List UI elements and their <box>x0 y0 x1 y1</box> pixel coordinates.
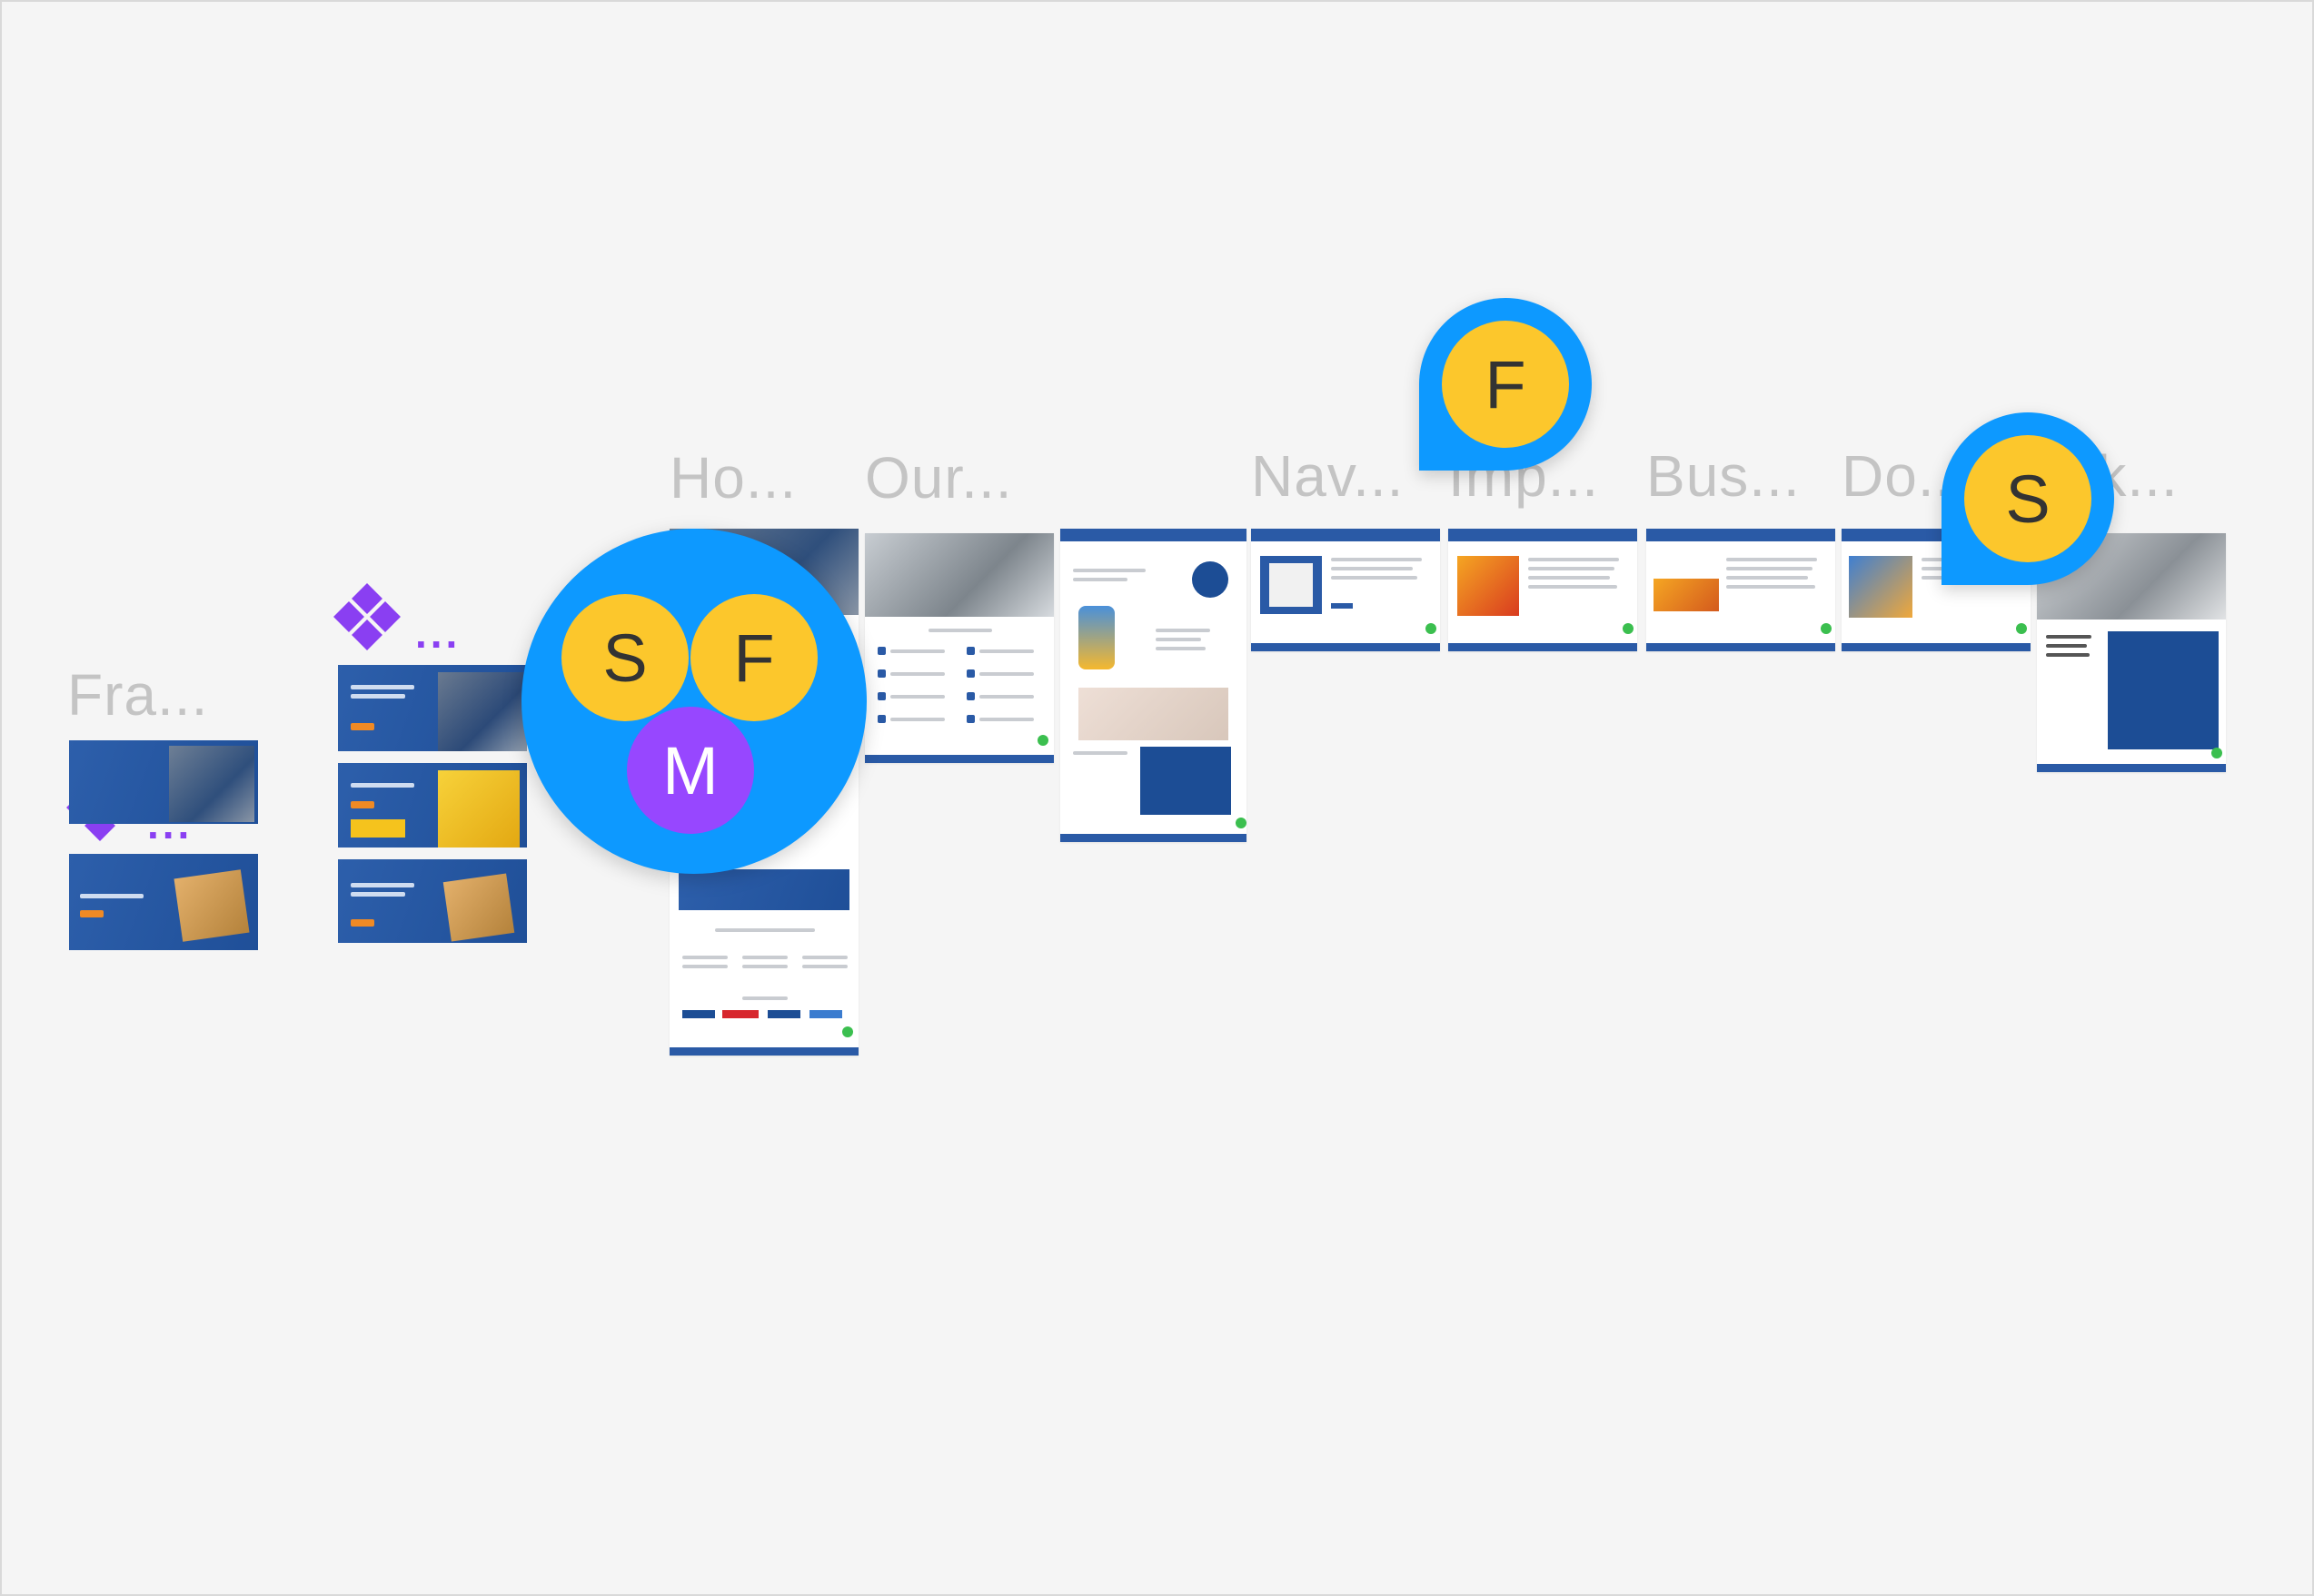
frame-thumbnail-banner[interactable] <box>338 859 527 943</box>
frame-label-bus[interactable]: Bus... <box>1646 442 1801 510</box>
avatar[interactable]: S <box>561 594 689 721</box>
design-canvas[interactable]: Fra... Ho... Our... Nav... Imp... Bus...… <box>0 0 2314 1596</box>
component-icon <box>333 583 401 650</box>
frame-label-nav[interactable]: Nav... <box>1251 442 1404 510</box>
frame-thumbnail-imp[interactable] <box>1448 529 1637 651</box>
avatar: S <box>1964 435 2091 562</box>
avatar: F <box>1442 321 1569 448</box>
frame-thumbnail-banner[interactable] <box>69 854 258 950</box>
frame-label-fra[interactable]: Fra... <box>67 661 208 729</box>
component-label[interactable]: ... <box>415 612 461 654</box>
frame-thumbnail-bus[interactable] <box>1646 529 1835 651</box>
avatar[interactable]: M <box>627 707 754 834</box>
frame-thumbnail-our[interactable] <box>865 533 1054 763</box>
avatar[interactable]: F <box>690 594 818 721</box>
collaborator-cluster[interactable]: S F M <box>521 529 867 874</box>
frame-thumbnail-contact[interactable] <box>1060 529 1246 842</box>
frame-label-our[interactable]: Our... <box>865 444 1013 511</box>
frame-thumbnail-nav[interactable] <box>1251 529 1440 651</box>
frame-label-home[interactable]: Ho... <box>670 444 797 511</box>
frame-thumbnail-banner[interactable] <box>338 665 527 751</box>
frame-thumbnail-banner[interactable] <box>69 740 258 824</box>
comment-pin[interactable]: S <box>1942 412 2114 585</box>
comment-pin[interactable]: F <box>1419 298 1592 471</box>
frame-thumbnail-banner[interactable] <box>338 763 527 848</box>
